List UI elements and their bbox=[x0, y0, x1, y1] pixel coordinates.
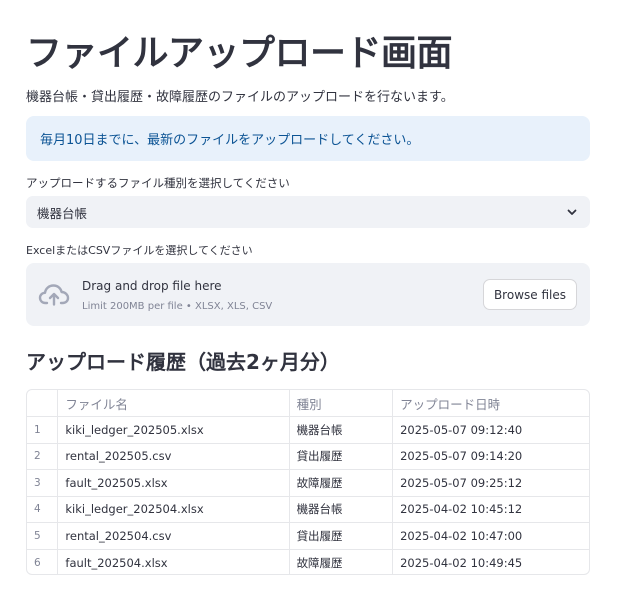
table-row: 5 rental_202504.csv 貸出履歴 2025-04-02 10:4… bbox=[27, 522, 589, 550]
cell-type[interactable]: 機器台帳 bbox=[289, 496, 394, 523]
cell-type[interactable]: 故障履歴 bbox=[289, 469, 394, 497]
cell-uploaded-at[interactable]: 2025-05-07 09:25:12 bbox=[392, 469, 589, 497]
file-dropzone[interactable]: Drag and drop file here Limit 200MB per … bbox=[26, 263, 590, 326]
row-index: 4 bbox=[27, 496, 59, 523]
row-index: 5 bbox=[27, 522, 59, 550]
info-alert: 毎月10日までに、最新のファイルをアップロードしてください。 bbox=[26, 116, 590, 161]
cell-filename[interactable]: fault_202505.xlsx bbox=[57, 469, 290, 497]
table-row: 3 fault_202505.xlsx 故障履歴 2025-05-07 09:2… bbox=[27, 469, 589, 497]
file-type-selected-value: 機器台帳 bbox=[37, 205, 88, 221]
table-row: 2 rental_202505.csv 貸出履歴 2025-05-07 09:1… bbox=[27, 443, 589, 470]
table-row: 6 fault_202504.xlsx 故障履歴 2025-04-02 10:4… bbox=[27, 549, 589, 574]
row-index: 6 bbox=[27, 549, 59, 574]
cell-filename[interactable]: kiki_ledger_202504.xlsx bbox=[57, 496, 290, 523]
upload-history-table[interactable]: ファイル名 種別 アップロード日時 1 kiki_ledger_202505.x… bbox=[26, 389, 590, 575]
cell-type[interactable]: 機器台帳 bbox=[289, 416, 394, 444]
cell-uploaded-at[interactable]: 2025-04-02 10:49:45 bbox=[393, 549, 589, 574]
row-index: 1 bbox=[27, 416, 59, 444]
table-row: 4 kiki_ledger_202504.xlsx 機器台帳 2025-04-0… bbox=[27, 496, 589, 523]
dropzone-limit-text: Limit 200MB per file • XLSX, XLS, CSV bbox=[82, 301, 273, 312]
cell-uploaded-at[interactable]: 2025-04-02 10:45:12 bbox=[392, 496, 589, 523]
chevron-down-icon bbox=[567, 209, 577, 215]
row-index: 3 bbox=[27, 469, 59, 497]
cell-filename[interactable]: rental_202505.csv bbox=[57, 443, 290, 470]
cell-filename[interactable]: rental_202504.csv bbox=[57, 522, 290, 550]
file-type-select[interactable]: 機器台帳 bbox=[26, 196, 590, 228]
table-header-row: ファイル名 種別 アップロード日時 bbox=[27, 390, 589, 417]
row-index: 2 bbox=[27, 443, 59, 470]
cell-filename[interactable]: fault_202504.xlsx bbox=[57, 549, 290, 574]
cell-type[interactable]: 貸出履歴 bbox=[289, 522, 394, 550]
column-header-filename[interactable]: ファイル名 bbox=[57, 390, 290, 417]
upload-history-heading: アップロード履歴（過去2ヶ月分） bbox=[26, 350, 340, 374]
cell-uploaded-at[interactable]: 2025-04-02 10:47:00 bbox=[392, 522, 589, 550]
cloud-upload-icon bbox=[38, 284, 70, 306]
file-uploader-label: ExcelまたはCSVファイルを選択してください bbox=[26, 244, 253, 257]
page-title: ファイルアップロード画面 bbox=[26, 33, 453, 74]
column-header-index[interactable] bbox=[27, 390, 59, 417]
table-row: 1 kiki_ledger_202505.xlsx 機器台帳 2025-05-0… bbox=[27, 416, 589, 444]
cell-filename[interactable]: kiki_ledger_202505.xlsx bbox=[57, 416, 290, 444]
cell-uploaded-at[interactable]: 2025-05-07 09:12:40 bbox=[392, 416, 589, 444]
column-header-uploaded-at[interactable]: アップロード日時 bbox=[392, 390, 589, 417]
cell-type[interactable]: 故障履歴 bbox=[289, 549, 394, 574]
info-alert-text: 毎月10日までに、最新のファイルをアップロードしてください。 bbox=[40, 133, 420, 148]
cell-uploaded-at[interactable]: 2025-05-07 09:14:20 bbox=[392, 443, 589, 470]
column-header-type[interactable]: 種別 bbox=[289, 390, 394, 417]
dropzone-instructions: Drag and drop file here bbox=[82, 279, 222, 293]
cell-type[interactable]: 貸出履歴 bbox=[289, 443, 394, 470]
browse-files-button[interactable]: Browse files bbox=[482, 279, 577, 310]
page-subtitle: 機器台帳・貸出履歴・故障履歴のファイルのアップロードを行ないます。 bbox=[26, 90, 454, 105]
file-type-label: アップロードするファイル種別を選択してください bbox=[26, 176, 290, 190]
